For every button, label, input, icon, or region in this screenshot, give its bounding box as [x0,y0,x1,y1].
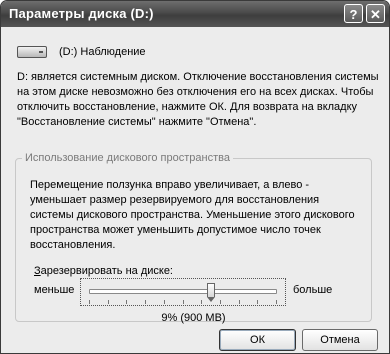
slider-tick [220,300,221,304]
help-button[interactable]: ? [344,4,363,23]
reserve-label-rest: арезервировать на диске: [40,265,173,277]
slider-tick [239,300,240,304]
group-explanation: Перемещение ползунка вправо увеличивает,… [30,179,355,251]
more-label: больше [293,284,333,296]
slider-tick [257,300,258,304]
dialog-content: (D:) Наблюдение D: является системным ди… [1,27,389,353]
hard-drive-icon [17,46,47,58]
drive-label: (D:) Наблюдение [59,46,146,58]
disk-usage-group: Использование дискового пространства Пер… [15,152,372,324]
slider-tick [126,300,127,304]
drive-row: (D:) Наблюдение [17,43,146,61]
slider-tick [276,300,277,304]
slider-ticks [89,300,277,304]
close-button[interactable]: ✕ [366,4,385,23]
slider-tick [164,300,165,304]
slider-tick [201,300,202,304]
reserve-label-accelerator: З [34,265,41,277]
slider-tick [89,300,90,304]
description-text: D: является системным диском. Отключение… [17,71,379,128]
reserve-slider[interactable] [80,278,286,306]
title-bar: Параметры диска (D:) ? ✕ [1,1,389,27]
slider-tick [108,300,109,304]
slider-tick [145,300,146,304]
disk-settings-dialog: Параметры диска (D:) ? ✕ (D:) Наблюдение… [0,0,390,354]
reserve-value: 9% (900 MB) [161,312,226,324]
window-title: Параметры диска (D:) [9,6,154,21]
less-label: меньше [34,284,75,296]
ok-button[interactable]: ОК [219,329,296,351]
slider-thumb[interactable] [207,283,215,302]
slider-tick [183,300,184,304]
slider-track[interactable] [89,289,277,294]
cancel-button[interactable]: Отмена [302,329,378,351]
reserve-label: Зарезервировать на диске: [34,265,173,277]
group-title: Использование дискового пространства [25,152,230,164]
